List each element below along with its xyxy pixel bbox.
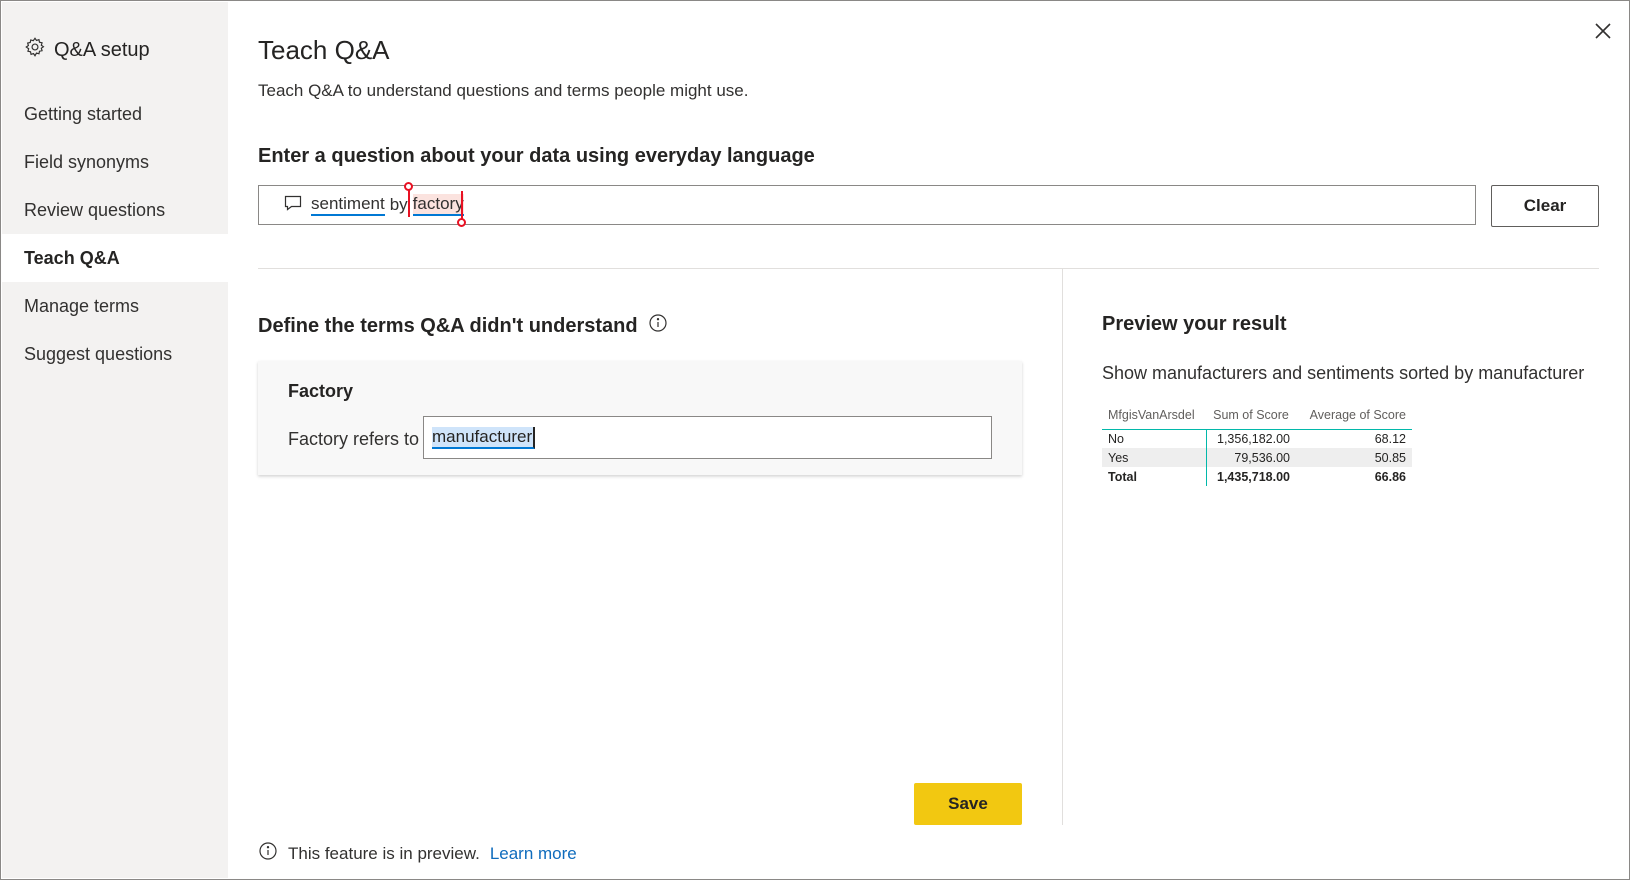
sidebar-item-teach-qa[interactable]: Teach Q&A: [2, 234, 228, 282]
close-icon: [1595, 23, 1611, 39]
selection-handle-start-dot[interactable]: [404, 182, 413, 191]
sidebar: Q&A setup Getting started Field synonyms…: [2, 2, 228, 878]
close-button[interactable]: [1591, 19, 1615, 43]
table-cell: 79,536.00: [1206, 448, 1296, 467]
column-header[interactable]: Sum of Score: [1206, 401, 1296, 430]
save-button[interactable]: Save: [914, 783, 1022, 825]
question-word-by: by: [389, 195, 408, 214]
column-divider: [1062, 269, 1063, 825]
define-terms-label: Define the terms Q&A didn't understand: [258, 313, 668, 339]
preview-notice-text: This feature is in preview.: [288, 843, 480, 863]
table-cell: 66.86: [1374, 469, 1406, 484]
chat-bubble-icon: [283, 193, 303, 218]
gear-icon: [24, 36, 46, 64]
clear-button[interactable]: Clear: [1491, 185, 1599, 227]
preview-table: MfgisVanArsdel Sum of Score Average of S…: [1102, 401, 1412, 486]
sidebar-item-manage-terms[interactable]: Manage terms: [2, 282, 228, 330]
page-subtitle: Teach Q&A to understand questions and te…: [258, 81, 749, 100]
sidebar-header: Q&A setup: [24, 36, 150, 64]
term-refers-label: Factory refers to: [288, 429, 420, 449]
preview-description: Show manufacturers and sentiments sorted…: [1102, 363, 1585, 383]
term-definition-value: manufacturer: [432, 426, 536, 449]
info-icon: [258, 841, 278, 866]
question-text: sentiment by factory: [311, 182, 466, 227]
selection-handle-end[interactable]: [461, 191, 463, 221]
term-card: Factory Factory refers to manufacturer: [258, 361, 1022, 475]
table-cell: 1,356,182.00: [1217, 431, 1290, 446]
define-terms-text: Define the terms Q&A didn't understand: [258, 314, 638, 337]
selection-handle-end-dot[interactable]: [457, 218, 466, 227]
table-cell: Total: [1102, 467, 1207, 486]
table-cell: 1,435,718.00: [1217, 469, 1290, 484]
sidebar-item-field-synonyms[interactable]: Field synonyms: [2, 138, 228, 186]
question-input[interactable]: sentiment by factory: [258, 182, 1476, 227]
term-name: Factory: [288, 381, 354, 401]
question-word-factory: factory: [412, 194, 464, 216]
table-row: Yes 79,536.00 50.85: [1102, 448, 1412, 467]
table-row: No 1,356,182.00 68.12: [1102, 429, 1412, 448]
sidebar-item-getting-started[interactable]: Getting started: [2, 90, 228, 138]
info-icon[interactable]: [648, 313, 668, 339]
table-cell: No: [1102, 429, 1207, 448]
sidebar-item-review-questions[interactable]: Review questions: [2, 186, 228, 234]
question-label: Enter a question about your data using e…: [258, 145, 815, 167]
sidebar-header-label: Q&A setup: [54, 38, 150, 61]
column-header[interactable]: Average of Score: [1296, 401, 1412, 430]
sidebar-item-suggest-questions[interactable]: Suggest questions: [2, 330, 228, 378]
column-header[interactable]: MfgisVanArsdel: [1102, 401, 1206, 430]
table-cell: 68.12: [1374, 431, 1406, 446]
preview-notice: This feature is in preview. Learn more: [258, 841, 577, 866]
term-definition-input[interactable]: manufacturer: [423, 416, 992, 459]
table-total-row: Total 1,435,718.00 66.86: [1102, 467, 1412, 486]
preview-title: Preview your result: [1102, 313, 1287, 335]
qa-setup-dialog: Q&A setup Getting started Field synonyms…: [0, 0, 1630, 880]
learn-more-link[interactable]: Learn more: [490, 844, 577, 864]
table-cell: Yes: [1102, 448, 1207, 467]
page-title: Teach Q&A: [258, 35, 390, 65]
question-word-sentiment: sentiment: [311, 194, 385, 216]
table-cell: 50.85: [1296, 448, 1412, 467]
table-header-row: MfgisVanArsdel Sum of Score Average of S…: [1102, 401, 1412, 430]
section-divider: [258, 268, 1599, 269]
selection-handle-start[interactable]: [408, 187, 410, 217]
